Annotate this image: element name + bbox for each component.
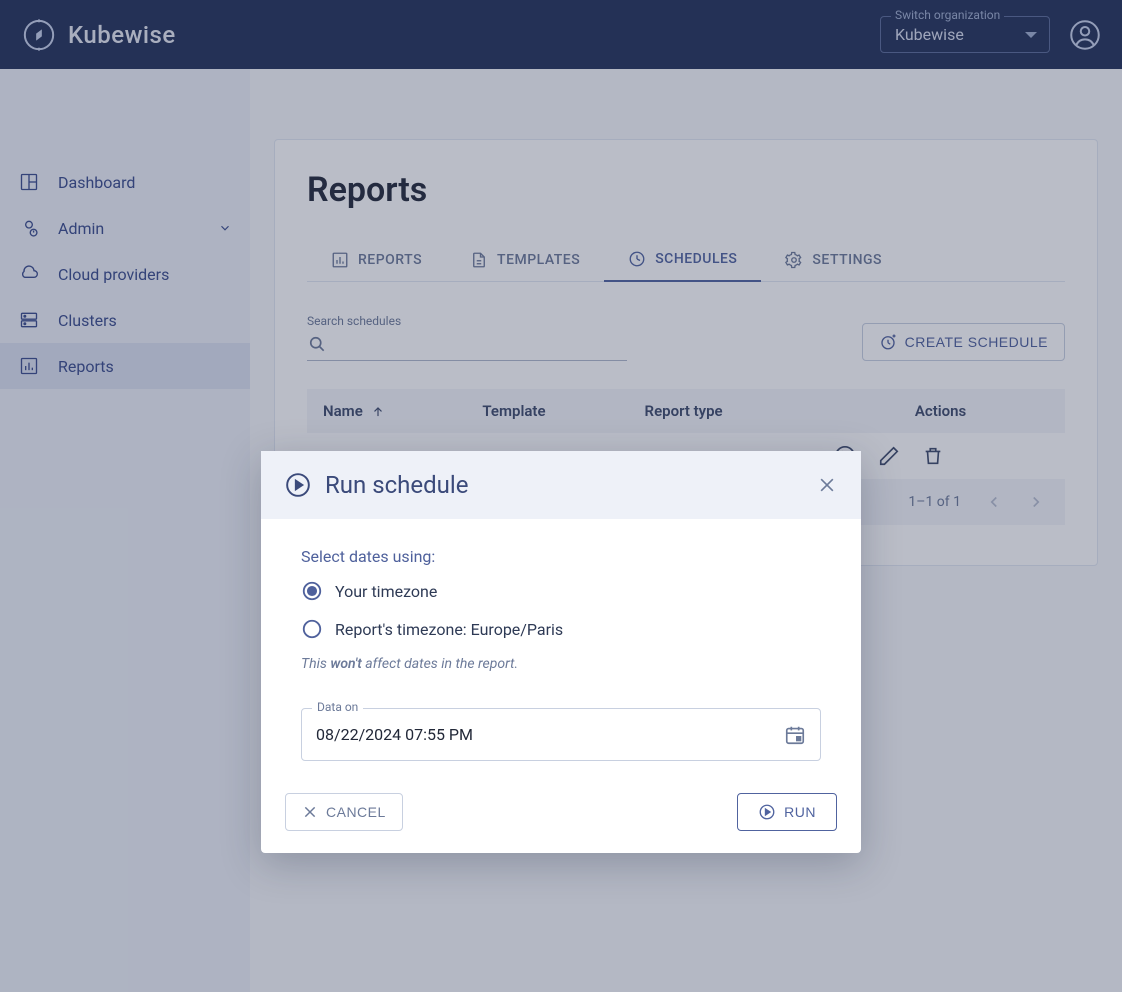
timezone-note: This won't affect dates in the report.: [301, 656, 821, 672]
close-button[interactable]: [817, 475, 837, 495]
cancel-button[interactable]: CANCEL: [285, 793, 403, 831]
play-circle-icon: [285, 472, 311, 498]
modal-title: Run schedule: [325, 471, 468, 499]
play-icon: [758, 803, 776, 821]
button-label: CANCEL: [326, 804, 386, 820]
close-icon: [302, 804, 318, 820]
radio-label: Your timezone: [335, 582, 437, 601]
data-on-field[interactable]: Data on 08/22/2024 07:55 PM: [301, 708, 821, 761]
radio-legend: Select dates using:: [301, 547, 821, 566]
run-button[interactable]: RUN: [737, 793, 837, 831]
data-on-label: Data on: [312, 700, 363, 714]
calendar-icon[interactable]: [784, 724, 806, 746]
button-label: RUN: [784, 804, 816, 820]
radio-label: Report's timezone: Europe/Paris: [335, 620, 563, 639]
modal-backdrop[interactable]: Run schedule Select dates using: Your ti…: [0, 0, 1122, 992]
run-schedule-modal: Run schedule Select dates using: Your ti…: [261, 451, 861, 853]
radio-selected-icon: [301, 580, 323, 602]
radio-unselected-icon: [301, 618, 323, 640]
radio-report-timezone[interactable]: Report's timezone: Europe/Paris: [301, 618, 821, 640]
radio-your-timezone[interactable]: Your timezone: [301, 580, 821, 602]
data-on-value: 08/22/2024 07:55 PM: [316, 725, 473, 744]
